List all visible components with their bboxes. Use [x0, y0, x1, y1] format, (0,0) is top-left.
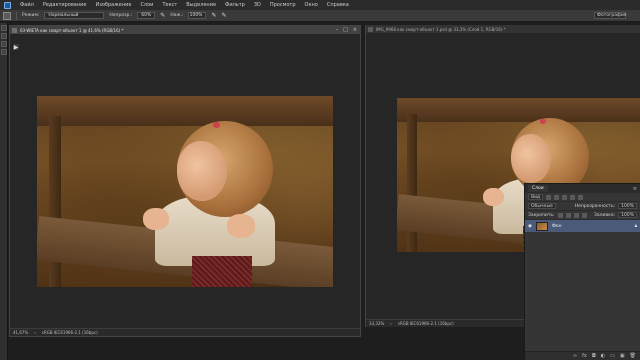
doc2-status-bar: 33,33% › sRGB IEC61966-2.1 (16bpc) — [366, 319, 526, 327]
doc2-title-bar[interactable]: IMG_9968 как смарт-объект 1.psd @ 33,3% … — [366, 25, 640, 33]
child-dress — [192, 256, 252, 287]
doc1-close-icon[interactable] — [12, 27, 17, 33]
mode-label: Режим: — [22, 13, 40, 18]
doc2-profile-arrow-icon[interactable]: › — [390, 321, 392, 326]
pressure-size-icon[interactable]: ✎ — [222, 12, 227, 19]
layer-row-background[interactable]: ◉ Фон 🔒︎ — [525, 220, 640, 232]
delete-layer-icon[interactable]: 🗑︎ — [630, 353, 636, 359]
new-group-icon[interactable]: ▭ — [610, 353, 615, 359]
close-icon[interactable]: × — [353, 27, 357, 33]
filter-adjustment-icon[interactable] — [554, 194, 560, 200]
hair-bow — [213, 122, 220, 128]
brush-tool-icon[interactable] — [3, 11, 11, 20]
fence-top-rail — [397, 98, 640, 122]
doc1-profile: sRGB IEC61966-2.1 (16bpc) — [41, 330, 98, 335]
doc1-title-bar[interactable]: 03-WIETA как смарт-объект 1 @ 41,6% (RGB… — [10, 26, 360, 34]
tab-layers[interactable]: Слои — [528, 185, 548, 192]
menu-filter[interactable]: Фильтр — [225, 2, 245, 8]
pressure-opacity-icon[interactable]: ✎ — [160, 12, 165, 19]
layers-panel: Слои ≡ Вид Обычные Непрозрачность: 100% … — [524, 183, 640, 360]
filter-pixel-icon[interactable] — [546, 194, 552, 200]
layer-opacity-field[interactable]: 100% — [618, 203, 637, 209]
child-face — [511, 134, 551, 183]
menu-3d[interactable]: 3D — [254, 2, 261, 8]
fill-label: Заливка: — [594, 212, 616, 218]
menu-edit[interactable]: Редактирование — [43, 2, 87, 8]
workspace-dropdown[interactable]: Фотография — [594, 12, 626, 19]
child-face — [177, 141, 227, 201]
layer-name[interactable]: Фон — [552, 224, 562, 229]
lasso-tool-icon[interactable] — [1, 41, 7, 47]
child-hand-left — [143, 208, 169, 230]
eye-visibility-icon[interactable]: ◉ — [528, 224, 532, 229]
maximize-icon[interactable]: □ — [343, 27, 348, 33]
minimize-icon[interactable]: – — [336, 27, 339, 33]
doc2-zoom[interactable]: 33,33% — [369, 321, 384, 326]
layer-thumbnail — [535, 221, 548, 231]
flow-field[interactable]: 100% — [188, 12, 207, 19]
lock-position-icon[interactable] — [573, 212, 579, 218]
doc1-zoom[interactable]: 41,67% — [13, 330, 28, 335]
history-panel-icon[interactable]: ▶ — [12, 43, 20, 51]
lock-row: Закрепить: Заливка: 100% — [525, 211, 640, 220]
lock-label: Закрепить: — [528, 212, 555, 218]
adjustment-layer-icon[interactable]: ◐ — [601, 353, 605, 359]
blend-mode-dropdown[interactable]: Обычные — [528, 203, 556, 209]
menu-view[interactable]: Просмотр — [270, 2, 296, 8]
layer-style-icon[interactable]: fx — [582, 353, 587, 359]
mode-dropdown[interactable]: Нормальный — [44, 12, 105, 19]
opacity-label: Непрозр.: — [109, 13, 133, 18]
filter-shape-icon[interactable] — [570, 194, 576, 200]
blend-row: Обычные Непрозрачность: 100% — [525, 202, 640, 211]
photo-child-at-fence — [37, 96, 333, 287]
opacity-field[interactable]: 60% — [137, 12, 156, 19]
menu-file[interactable]: Файл — [20, 2, 34, 8]
doc1-canvas[interactable]: ▶ — [10, 34, 360, 328]
move-tool-icon[interactable] — [1, 25, 7, 31]
lock-icon: 🔒︎ — [634, 224, 637, 229]
options-bar: Режим: Нормальный Непрозр.: 60% ✎ Наж.: … — [0, 10, 640, 22]
doc1-title: 03-WIETA как смарт-объект 1 @ 41,6% (RGB… — [20, 27, 124, 33]
menu-select[interactable]: Выделение — [186, 2, 216, 8]
add-mask-icon[interactable]: ◘ — [592, 353, 596, 359]
doc1-profile-arrow-icon[interactable]: › — [34, 330, 36, 335]
marquee-tool-icon[interactable] — [1, 33, 7, 39]
child-hand-left — [483, 188, 504, 206]
doc1-status-bar: 41,67% › sRGB IEC61966-2.1 (16bpc) — [10, 328, 360, 336]
fence-top-rail — [37, 96, 333, 126]
separator — [16, 11, 17, 20]
flow-label: Наж.: — [170, 13, 184, 18]
link-layers-icon[interactable]: ∞ — [573, 353, 577, 359]
hair-bow — [540, 119, 546, 124]
menu-image[interactable]: Изображение — [95, 2, 131, 8]
lock-transparency-icon[interactable] — [557, 212, 563, 218]
filter-type-icon[interactable] — [562, 194, 568, 200]
filter-smart-icon[interactable] — [578, 194, 584, 200]
photoshop-logo-icon — [4, 1, 11, 9]
layer-kind-dropdown[interactable]: Вид — [528, 194, 544, 200]
lock-all-icon[interactable] — [581, 212, 587, 218]
layers-footer: ∞ fx ◘ ◐ ▭ ▣ 🗑︎ — [525, 351, 640, 360]
airbrush-icon[interactable]: ✎ — [211, 12, 216, 19]
layer-filter-row: Вид — [525, 193, 640, 202]
document-window-1: 03-WIETA как смарт-объект 1 @ 41,6% (RGB… — [9, 25, 361, 337]
menu-layers[interactable]: Слои — [140, 2, 153, 8]
menu-window[interactable]: Окно — [305, 2, 318, 8]
child-hand-right — [227, 214, 255, 238]
brush-tool-icon[interactable] — [1, 49, 7, 55]
menu-bar: Файл Редактирование Изображение Слои Тек… — [0, 0, 640, 10]
menu-help[interactable]: Справка — [327, 2, 349, 8]
doc2-close-icon[interactable] — [368, 26, 373, 32]
doc2-title: IMG_9968 как смарт-объект 1.psd @ 33,3% … — [376, 26, 506, 32]
layers-tab-bar: Слои ≡ — [525, 184, 640, 193]
menu-text[interactable]: Текст — [162, 2, 177, 8]
new-layer-icon[interactable]: ▣ — [620, 353, 625, 359]
doc2-profile: sRGB IEC61966-2.1 (16bpc) — [397, 321, 454, 326]
layer-fill-field[interactable]: 100% — [618, 212, 637, 218]
tools-panel — [0, 23, 8, 360]
lock-pixels-icon[interactable] — [565, 212, 571, 218]
opacity-label: Непрозрачность: — [574, 203, 616, 209]
panel-menu-icon[interactable]: ≡ — [633, 186, 637, 192]
